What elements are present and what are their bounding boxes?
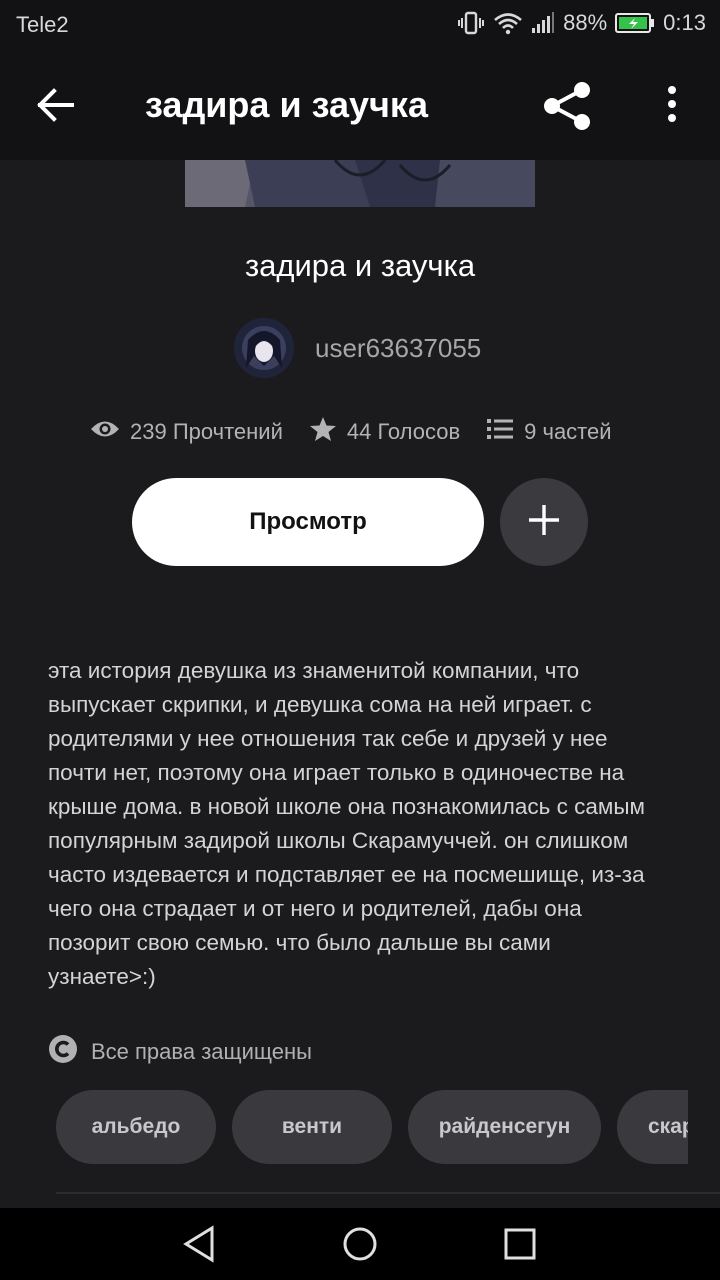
battery-percent: 88% xyxy=(563,10,608,35)
votes-count: 44 Голосов xyxy=(346,419,461,444)
reads-count: 239 Прочтений xyxy=(130,419,283,444)
wifi-icon xyxy=(493,11,523,35)
tag-chip[interactable]: райденсегун xyxy=(408,1090,601,1164)
nav-back-icon[interactable] xyxy=(178,1222,222,1266)
read-button[interactable]: Просмотр xyxy=(132,478,484,566)
add-to-library-button[interactable] xyxy=(500,478,588,566)
plus-icon xyxy=(527,503,561,542)
story-stats: 239 Прочтений 44 Голосов 9 частей xyxy=(90,416,612,448)
star-icon xyxy=(309,416,337,448)
share-icon[interactable] xyxy=(538,78,598,134)
system-nav-bar xyxy=(0,1208,720,1280)
clock: 0:13 xyxy=(663,10,706,35)
tag-list: альбедовентирайденсегунскар xyxy=(56,1090,688,1164)
copyright-icon xyxy=(48,1034,78,1070)
app-bar-title: задира и заучка xyxy=(145,84,428,125)
copyright-text: Все права защищены xyxy=(91,1039,312,1064)
parts-stat: 9 частей xyxy=(486,417,612,447)
status-bar: Tele2 88% 0:13 xyxy=(0,0,720,50)
status-icons: 88% 0:13 xyxy=(457,10,706,36)
author-avatar[interactable] xyxy=(234,318,294,378)
copyright-row: Все права защищены xyxy=(48,1034,312,1070)
tag-chip[interactable]: венти xyxy=(232,1090,392,1164)
nav-home-icon[interactable] xyxy=(338,1222,382,1266)
story-cover-image xyxy=(185,160,535,207)
author-name[interactable]: user63637055 xyxy=(315,333,481,364)
battery-icon xyxy=(615,12,655,34)
tag-chip[interactable]: альбедо xyxy=(56,1090,216,1164)
parts-count: 9 частей xyxy=(524,419,612,444)
divider xyxy=(56,1192,720,1194)
more-vert-icon[interactable] xyxy=(652,80,692,130)
app-bar: задира и заучка xyxy=(0,50,720,160)
votes-stat: 44 Голосов xyxy=(309,416,460,448)
tag-chip[interactable]: скар xyxy=(617,1090,688,1164)
list-icon xyxy=(486,417,514,447)
back-arrow-icon[interactable] xyxy=(28,80,84,130)
eye-icon xyxy=(90,418,120,446)
nav-recents-icon[interactable] xyxy=(498,1222,542,1266)
vibrate-icon xyxy=(457,11,485,35)
author-row[interactable]: user63637055 xyxy=(234,318,481,378)
carrier-name: Tele2 xyxy=(16,12,69,37)
story-description: эта история девушка из знаменитой компан… xyxy=(48,658,645,989)
story-details: задира и заучка user63637055 239 Прочтен… xyxy=(0,160,720,1208)
signal-icon xyxy=(531,11,555,35)
reads-stat: 239 Прочтений xyxy=(90,418,283,446)
story-title: задира и заучка xyxy=(244,248,476,283)
